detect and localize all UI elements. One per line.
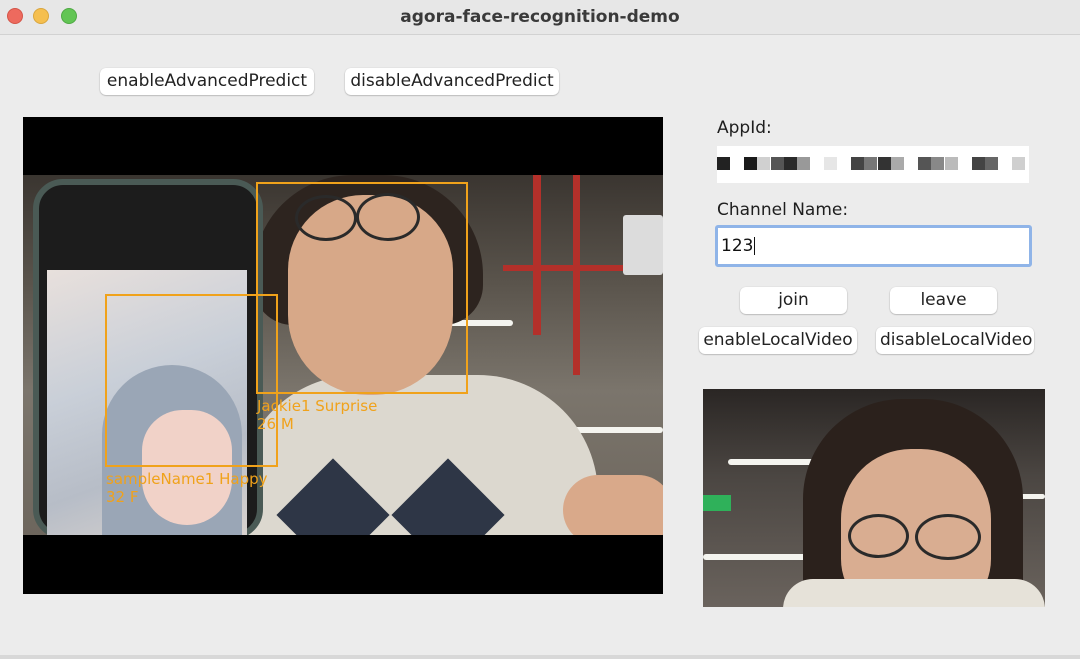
leave-button[interactable]: leave [890,287,997,314]
channel-name-label: Channel Name: [717,200,849,220]
title-bar: agora-face-recognition-demo [0,0,1080,35]
face-box-2 [105,294,278,467]
face-box-1 [256,182,468,394]
disable-advanced-predict-button[interactable]: disableAdvancedPredict [345,68,559,95]
appid-field[interactable] [717,146,1029,183]
window-title: agora-face-recognition-demo [400,7,680,27]
face-label-2-name: sampleName1 Happy [106,470,268,488]
text-caret [754,237,756,255]
local-video-view [703,389,1045,607]
face-label-2-age: 32 F [106,488,139,506]
appid-label: AppId: [717,118,772,138]
remote-video-view: Jackie1 Surprise 26 M sampleName1 Happy … [23,117,663,594]
channel-name-input[interactable]: 123 [715,225,1032,267]
channel-name-value: 123 [721,236,754,256]
join-button[interactable]: join [740,287,847,314]
enable-local-video-button[interactable]: enableLocalVideo [699,327,857,354]
window-bottom-edge [0,655,1080,659]
exit-sign [703,495,731,511]
disable-local-video-button[interactable]: disableLocalVideo [876,327,1034,354]
enable-advanced-predict-button[interactable]: enableAdvancedPredict [100,68,314,95]
